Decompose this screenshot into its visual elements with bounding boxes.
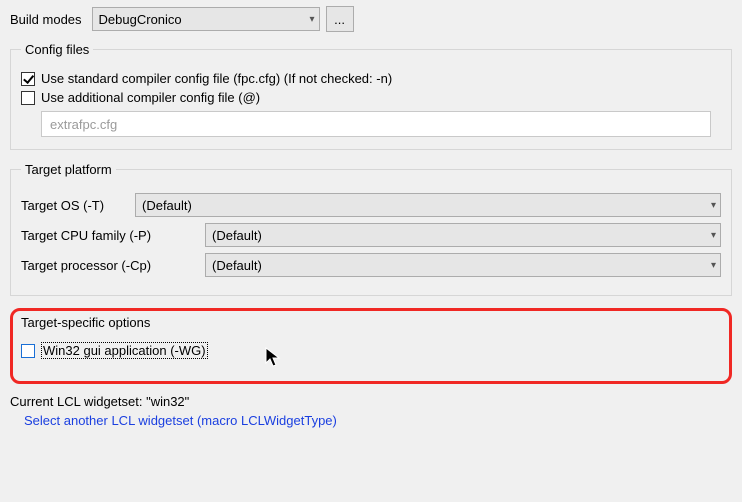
build-modes-combobox[interactable]: DebugCronico ▾ xyxy=(92,7,320,31)
build-modes-row: Build modes DebugCronico ▾ ... xyxy=(10,6,732,32)
compiler-options-panel: Build modes DebugCronico ▾ ... Config fi… xyxy=(0,0,742,502)
footer: Current LCL widgetset: "win32" Select an… xyxy=(10,394,732,428)
win32-gui-row: Win32 gui application (-WG) xyxy=(21,342,721,359)
target-cpu-row: Target CPU family (-P) (Default) ▾ xyxy=(21,223,721,247)
config-files-legend: Config files xyxy=(21,42,93,57)
use-additional-config-label[interactable]: Use additional compiler config file (@) xyxy=(41,90,260,105)
config-files-group: Config files Use standard compiler confi… xyxy=(10,42,732,150)
target-os-label: Target OS (-T) xyxy=(21,198,129,213)
win32-gui-checkbox[interactable] xyxy=(21,344,35,358)
target-cpu-combobox[interactable]: (Default) ▾ xyxy=(205,223,721,247)
ellipsis-icon: ... xyxy=(334,12,345,27)
target-platform-group: Target platform Target OS (-T) (Default)… xyxy=(10,162,732,296)
target-platform-legend: Target platform xyxy=(21,162,116,177)
target-processor-row: Target processor (-Cp) (Default) ▾ xyxy=(21,253,721,277)
target-os-combobox[interactable]: (Default) ▾ xyxy=(135,193,721,217)
build-modes-value: DebugCronico xyxy=(99,12,182,27)
use-additional-config-checkbox[interactable] xyxy=(21,91,35,105)
target-processor-label: Target processor (-Cp) xyxy=(21,258,199,273)
additional-config-path-value: extrafpc.cfg xyxy=(50,117,117,132)
select-widgetset-link[interactable]: Select another LCL widgetset (macro LCLW… xyxy=(24,413,732,428)
target-processor-combobox[interactable]: (Default) ▾ xyxy=(205,253,721,277)
use-additional-config-row: Use additional compiler config file (@) xyxy=(21,90,721,105)
target-specific-options-legend: Target-specific options xyxy=(21,315,721,330)
win32-gui-label[interactable]: Win32 gui application (-WG) xyxy=(41,342,208,359)
target-os-value: (Default) xyxy=(142,198,192,213)
target-specific-options-group: Target-specific options Win32 gui applic… xyxy=(10,308,732,384)
additional-config-path-input[interactable]: extrafpc.cfg xyxy=(41,111,711,137)
chevron-down-icon: ▾ xyxy=(310,14,315,25)
use-standard-config-row: Use standard compiler config file (fpc.c… xyxy=(21,71,721,86)
target-os-row: Target OS (-T) (Default) ▾ xyxy=(21,193,721,217)
target-cpu-value: (Default) xyxy=(212,228,262,243)
build-modes-more-button[interactable]: ... xyxy=(326,6,354,32)
target-processor-value: (Default) xyxy=(212,258,262,273)
chevron-down-icon: ▾ xyxy=(711,200,716,211)
use-standard-config-checkbox[interactable] xyxy=(21,72,35,86)
chevron-down-icon: ▾ xyxy=(711,260,716,271)
build-modes-label: Build modes xyxy=(10,12,82,27)
current-widgetset-label: Current LCL widgetset: "win32" xyxy=(10,394,732,409)
use-standard-config-label[interactable]: Use standard compiler config file (fpc.c… xyxy=(41,71,392,86)
chevron-down-icon: ▾ xyxy=(711,230,716,241)
target-cpu-label: Target CPU family (-P) xyxy=(21,228,199,243)
